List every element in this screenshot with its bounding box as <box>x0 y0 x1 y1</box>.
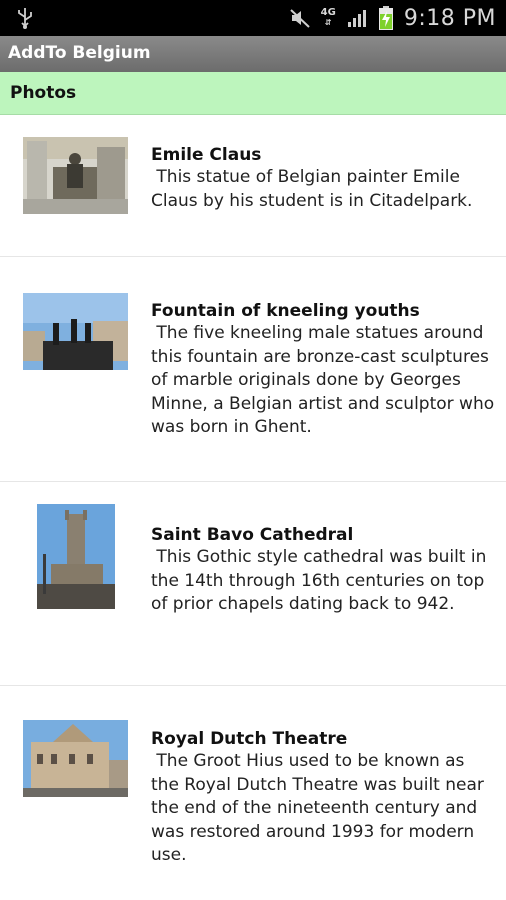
mute-icon <box>289 9 310 28</box>
item-description: This Gothic style cathedral was built in… <box>151 547 492 614</box>
item-description: This statue of Belgian painter Emile Cla… <box>151 167 473 211</box>
list-item[interactable]: Royal Dutch Theatre The Groot Hius used … <box>0 686 506 900</box>
item-description: The five kneeling male statues around th… <box>151 323 500 437</box>
app-title-bar: AddTo Belgium <box>0 36 506 72</box>
item-title: Saint Bavo Cathedral <box>151 525 354 545</box>
photo-thumbnail-royal-dutch-theatre[interactable] <box>23 720 128 797</box>
network-4g-icon: 4G ⇵ <box>320 7 336 28</box>
signal-icon <box>347 10 366 27</box>
photo-thumbnail-emile-claus[interactable] <box>23 137 128 214</box>
item-title: Royal Dutch Theatre <box>151 729 348 749</box>
section-header: Photos <box>0 72 506 115</box>
usb-icon <box>18 8 32 29</box>
photo-thumbnail-fountain[interactable] <box>23 293 128 370</box>
list-item[interactable]: Fountain of kneeling youths The five kne… <box>0 257 506 482</box>
list-item[interactable]: Emile Claus This statue of Belgian paint… <box>0 115 506 257</box>
section-label: Photos <box>10 83 77 103</box>
app-title: AddTo Belgium <box>8 43 151 63</box>
status-bar: 4G ⇵ 9:18 PM <box>0 0 506 36</box>
network-type-label: 4G <box>320 7 336 18</box>
item-title: Emile Claus <box>151 145 262 165</box>
item-title: Fountain of kneeling youths <box>151 301 420 321</box>
battery-charging-icon <box>378 6 393 30</box>
item-description: The Groot Hius used to be known as the R… <box>151 751 490 865</box>
photo-thumbnail-saint-bavo[interactable] <box>37 504 115 609</box>
list-item[interactable]: Saint Bavo Cathedral This Gothic style c… <box>0 482 506 686</box>
clock: 9:18 PM <box>403 5 496 31</box>
